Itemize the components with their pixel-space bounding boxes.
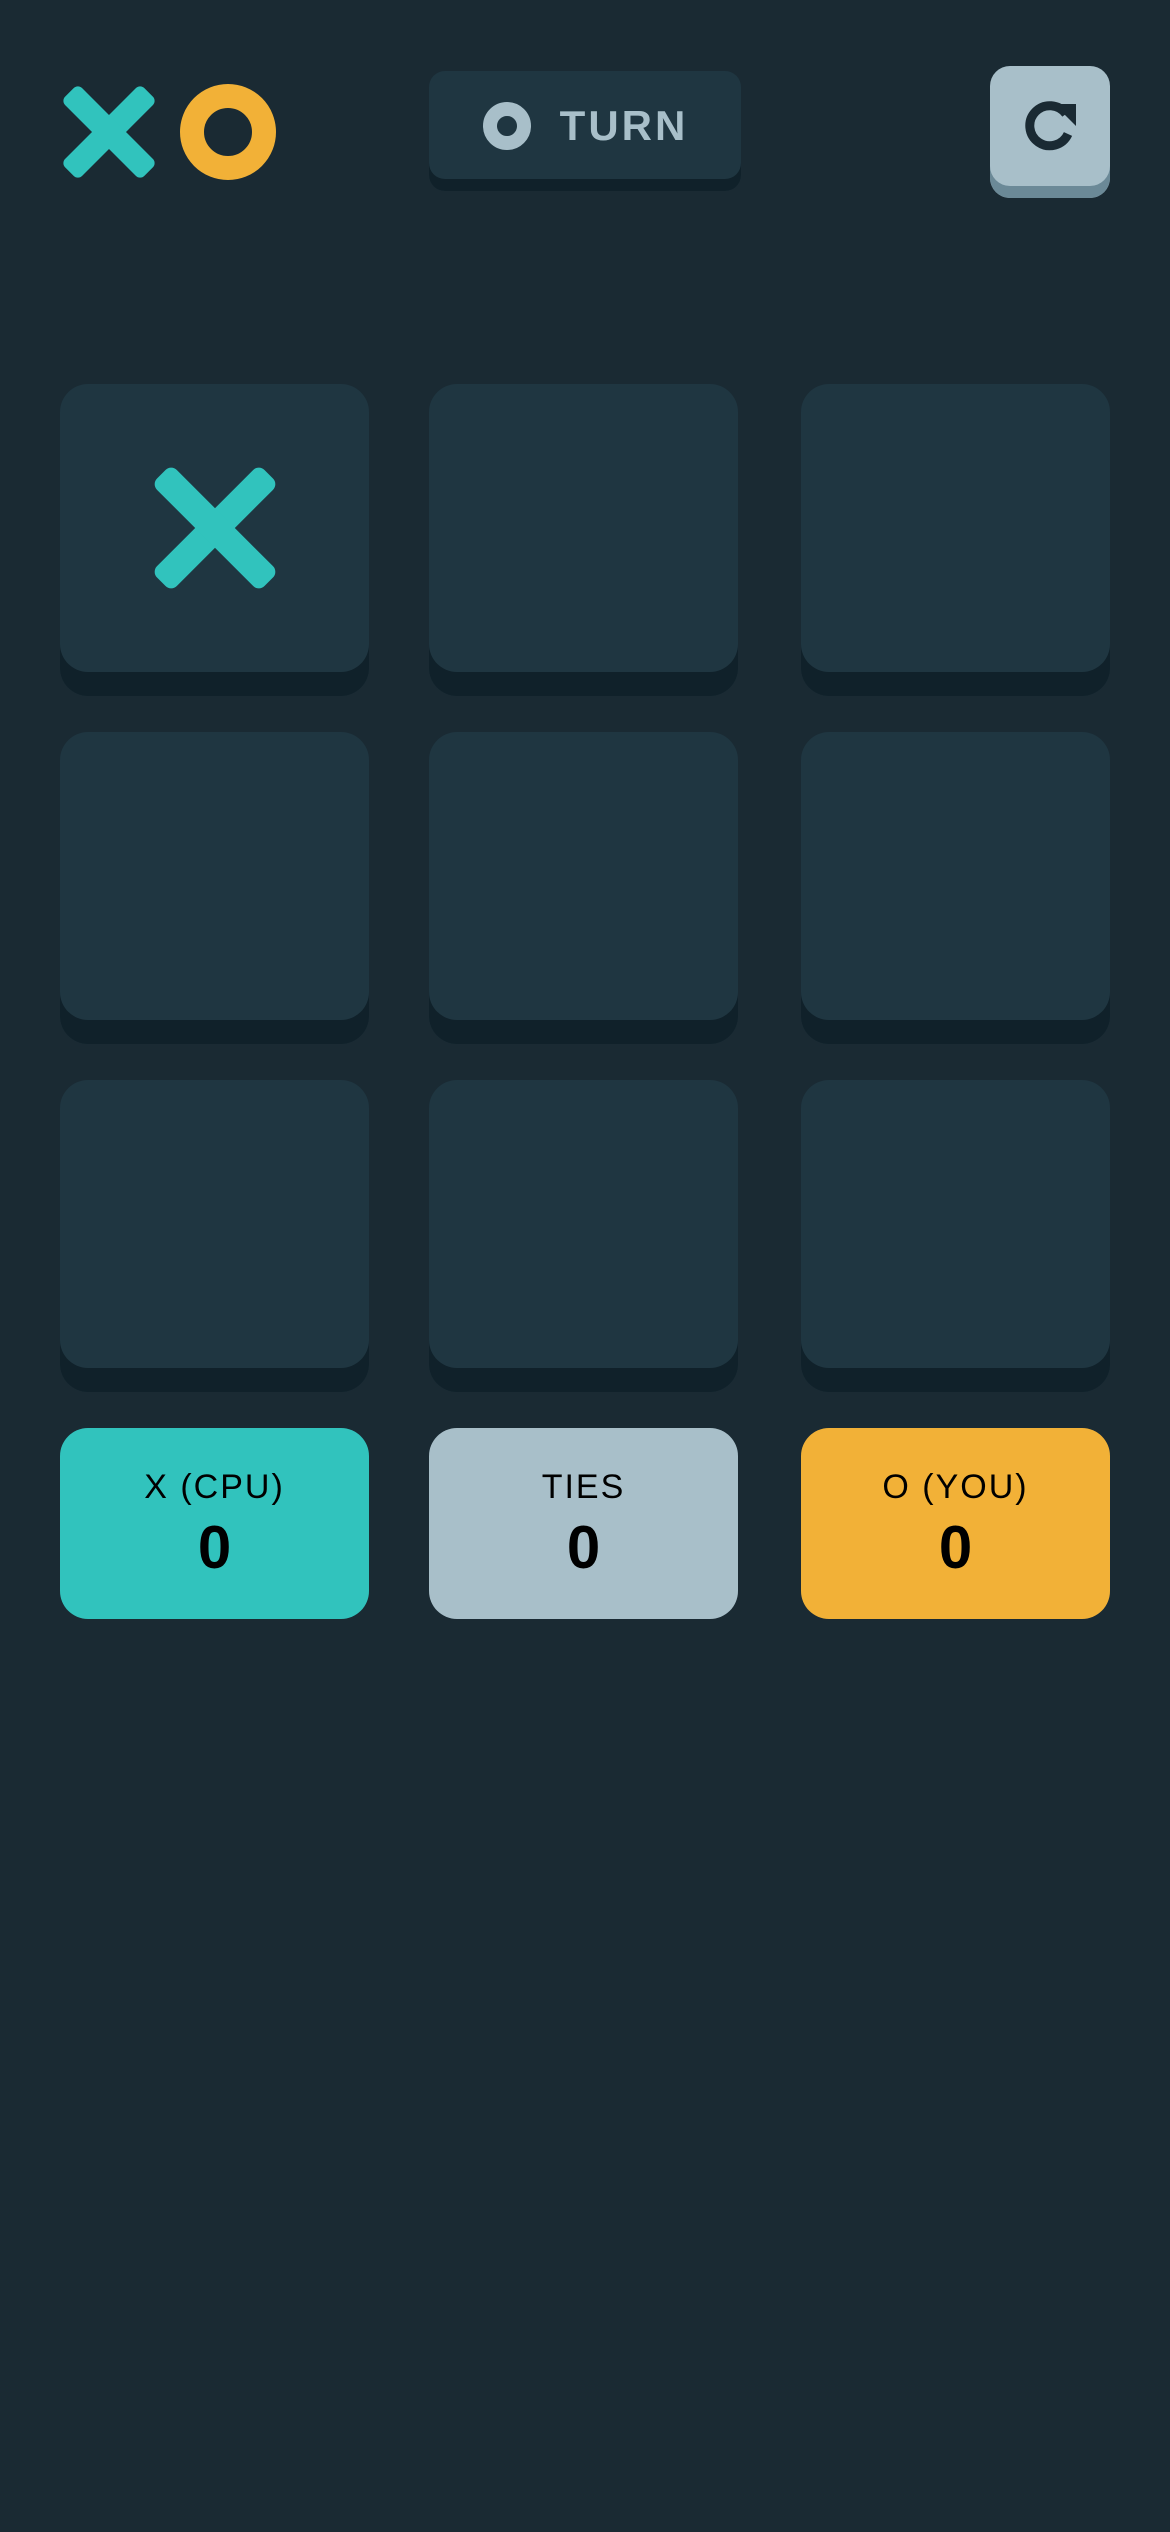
o-icon [482,102,531,150]
score-ties-label: TIES [541,1467,626,1506]
score-ties: TIES 0 [429,1428,738,1619]
board-cell-1[interactable] [60,384,369,696]
board-cell-6[interactable] [801,732,1110,1044]
restart-button[interactable] [990,66,1110,198]
score-o: O (YOU) 0 [801,1428,1110,1619]
score-ties-value: 0 [566,1513,601,1581]
board-cell-5[interactable] [429,732,738,1044]
x-icon [63,86,155,178]
turn-indicator: TURN [429,71,741,191]
board-cell-8[interactable] [429,1080,738,1392]
x-mark-icon [154,467,275,589]
score-x: X (CPU) 0 [60,1428,369,1619]
restart-icon [1025,101,1076,151]
board-cell-3[interactable] [801,384,1110,696]
score-o-label: O (YOU) [882,1467,1029,1506]
board-cell-9[interactable] [801,1080,1110,1392]
o-icon [180,84,276,180]
board-cell-7[interactable] [60,1080,369,1392]
score-x-label: X (CPU) [144,1467,285,1506]
logo [60,82,280,182]
turn-label: TURN [559,102,689,149]
score-x-value: 0 [197,1513,232,1581]
score-o-value: 0 [938,1513,973,1581]
board-cell-4[interactable] [60,732,369,1044]
board-cell-2[interactable] [429,384,738,696]
